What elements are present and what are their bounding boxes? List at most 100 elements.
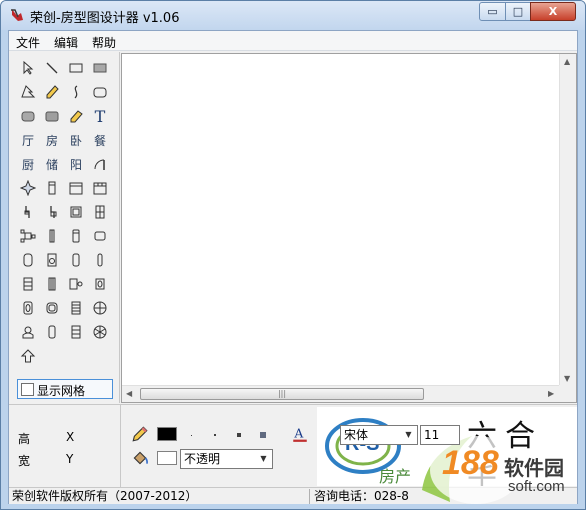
bed-icon[interactable] (65, 225, 87, 247)
font-size-input[interactable]: 11 (420, 425, 460, 445)
tool-room[interactable]: 房 (41, 129, 63, 151)
scroll-down-icon[interactable]: ▼ (564, 374, 570, 383)
watermark-name: 软件园 (504, 456, 564, 480)
up-arrow-icon[interactable] (17, 345, 39, 367)
eraser-icon[interactable] (65, 105, 87, 127)
sofa-icon[interactable] (89, 249, 111, 271)
basin-icon[interactable] (41, 297, 63, 319)
x-label: X (66, 430, 75, 444)
chair-right-icon[interactable] (41, 201, 63, 223)
tool-living-room[interactable]: 厅 (17, 129, 39, 151)
polygon-icon[interactable] (17, 81, 39, 103)
drawer-icon[interactable] (65, 321, 87, 343)
pie-table-icon[interactable] (89, 321, 111, 343)
line-width-3[interactable] (237, 433, 241, 437)
height-label: 高 (18, 432, 31, 446)
line-width-2[interactable] (214, 434, 216, 436)
column-icon[interactable] (41, 225, 63, 247)
menu-help[interactable]: 帮助 (92, 34, 116, 51)
show-grid-label: 显示网格 (37, 384, 86, 398)
menu-file[interactable]: 文件 (16, 34, 40, 51)
chair-left-icon[interactable] (17, 201, 39, 223)
filled-rounded-rectangle-icon[interactable] (17, 105, 39, 127)
narrow-cabinet-icon[interactable] (41, 177, 63, 199)
line-icon[interactable] (41, 57, 63, 79)
fridge-icon[interactable] (41, 273, 63, 295)
menu-bar: 文件 编辑 帮助 (9, 31, 577, 51)
line-color-swatch[interactable] (157, 427, 177, 441)
fill-bucket-icon[interactable] (131, 449, 149, 467)
tool-storage[interactable]: 储 (41, 153, 63, 175)
opacity-value: 不透明 (184, 452, 221, 466)
font-size-value: 11 (424, 428, 440, 442)
minimize-icon: ▭ (487, 5, 498, 18)
app-logo-icon (11, 9, 23, 21)
desk-chair-icon[interactable] (65, 273, 87, 295)
pencil-icon[interactable] (41, 81, 63, 103)
scrollbar-corner (559, 385, 576, 402)
close-button[interactable]: X (530, 2, 576, 21)
filled-rounded-box-icon[interactable] (41, 105, 63, 127)
scroll-up-icon[interactable]: ▲ (564, 57, 570, 66)
text-color-icon[interactable]: A (291, 425, 309, 443)
watermark-number: 188 (442, 444, 499, 482)
tool-kitchen[interactable]: 厨 (17, 153, 39, 175)
pencil-color-icon[interactable] (131, 425, 149, 443)
show-grid-checkbox[interactable]: 显示网格 (17, 379, 113, 399)
font-name-select[interactable]: 宋体 ▼ (340, 425, 418, 445)
window-title: 荣创-房型图设计器 v1.06 (30, 11, 180, 26)
svg-text:A: A (293, 426, 304, 440)
dropdown-arrow-icon: ▼ (405, 430, 412, 439)
tool-dining[interactable]: 餐 (89, 129, 111, 151)
panel-divider (120, 405, 121, 488)
horizontal-scrollbar[interactable]: ◀ ||| ▶ (122, 385, 560, 402)
table-icon[interactable] (89, 225, 111, 247)
wardrobe-icon[interactable] (65, 177, 87, 199)
rectangle-icon[interactable] (65, 57, 87, 79)
tool-balcony[interactable]: 阳 (65, 153, 87, 175)
compass-icon[interactable] (17, 177, 39, 199)
scroll-left-icon[interactable]: ◀ (126, 389, 132, 398)
watermark-domain: soft.com (508, 478, 565, 495)
tool-bedroom[interactable]: 卧 (65, 129, 87, 151)
door-arc-icon[interactable] (89, 153, 111, 175)
bathtub-icon[interactable] (17, 249, 39, 271)
minimize-button[interactable]: ▭ (479, 2, 506, 21)
opacity-select[interactable]: 不透明 ▼ (180, 449, 273, 469)
dropdown-arrow-icon: ▼ (260, 454, 267, 463)
cabinet-icon[interactable] (65, 201, 87, 223)
status-copyright: 荣创软件版权所有（2007-2012） (9, 489, 310, 504)
bookcase-icon[interactable] (65, 297, 87, 319)
sink-icon[interactable] (89, 273, 111, 295)
double-wardrobe-icon[interactable] (89, 177, 111, 199)
scroll-thumb[interactable]: ||| (140, 388, 424, 400)
select-arrow-icon[interactable] (17, 57, 39, 79)
checkbox-box[interactable] (21, 383, 34, 396)
tall-cabinet-icon[interactable] (41, 321, 63, 343)
maximize-button[interactable]: □ (505, 2, 531, 21)
line-width-1[interactable] (191, 435, 192, 436)
shelf-icon[interactable] (89, 201, 111, 223)
rounded-rectangle-icon[interactable] (89, 81, 111, 103)
scroll-right-icon[interactable]: ▶ (548, 389, 554, 398)
text-tool-icon[interactable]: T (89, 105, 111, 127)
vertical-scrollbar[interactable]: ▲ ▼ (559, 54, 576, 386)
close-icon: X (548, 5, 558, 18)
menu-edit[interactable]: 编辑 (54, 34, 78, 51)
single-bed-icon[interactable] (65, 249, 87, 271)
stove-icon[interactable] (17, 273, 39, 295)
drawing-canvas[interactable]: ▲ ▼ ◀ ||| ▶ (121, 53, 577, 403)
dining-set-icon[interactable] (17, 225, 39, 247)
toilet-icon[interactable] (17, 297, 39, 319)
font-name-value: 宋体 (344, 428, 369, 442)
filled-rectangle-icon[interactable] (89, 57, 111, 79)
line-width-4[interactable] (260, 432, 266, 438)
round-table-icon[interactable] (89, 297, 111, 319)
washer-icon[interactable] (41, 249, 63, 271)
title-bar[interactable]: 荣创-房型图设计器 v1.06 ▭ □ X (1, 1, 585, 30)
banner-brand-text: 房产 (379, 467, 412, 486)
tool-palette: T 厅 房 卧 餐 厨 储 阳 显示网格 (9, 52, 120, 403)
curve-icon[interactable] (65, 81, 87, 103)
fill-color-swatch[interactable] (157, 451, 177, 465)
person-icon[interactable] (17, 321, 39, 343)
